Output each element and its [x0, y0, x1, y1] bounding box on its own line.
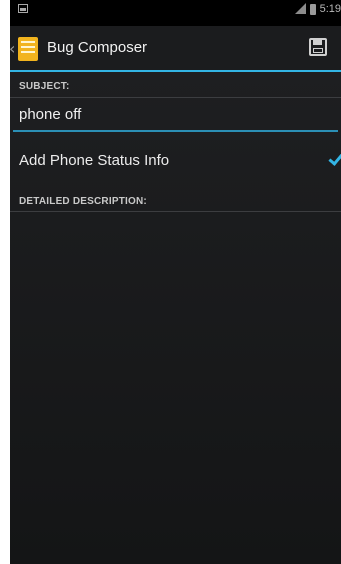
back-chevron-icon[interactable]: ‹: [10, 39, 15, 58]
description-label: DETAILED DESCRIPTION:: [19, 196, 147, 207]
subject-input[interactable]: phone off: [13, 100, 338, 132]
description-input[interactable]: [10, 212, 341, 564]
subject-divider: [10, 97, 341, 98]
add-phone-status-row[interactable]: Add Phone Status Info: [10, 142, 341, 180]
subject-label: SUBJECT:: [19, 81, 70, 92]
status-icons: 5:19: [294, 3, 341, 15]
notification-icon: [18, 4, 28, 13]
action-bar: ‹ Bug Composer: [10, 26, 341, 72]
save-icon[interactable]: [309, 38, 327, 56]
bug-form: SUBJECT: phone off Add Phone Status Info…: [10, 72, 341, 564]
subject-value: phone off: [19, 106, 82, 123]
checkmark-icon[interactable]: [329, 151, 341, 167]
action-bar-title: Bug Composer: [47, 39, 148, 56]
status-bar: 5:19: [10, 0, 341, 22]
phone-screen: 5:19 ‹ Bug Composer SUBJECT: phone off A…: [10, 0, 341, 564]
battery-icon: [309, 3, 316, 15]
add-phone-status-label: Add Phone Status Info: [19, 152, 170, 169]
signal-icon: [294, 3, 306, 15]
subject-underline: [13, 130, 338, 132]
status-time: 5:19: [319, 3, 341, 15]
bug-composer-app-icon[interactable]: [18, 37, 38, 61]
